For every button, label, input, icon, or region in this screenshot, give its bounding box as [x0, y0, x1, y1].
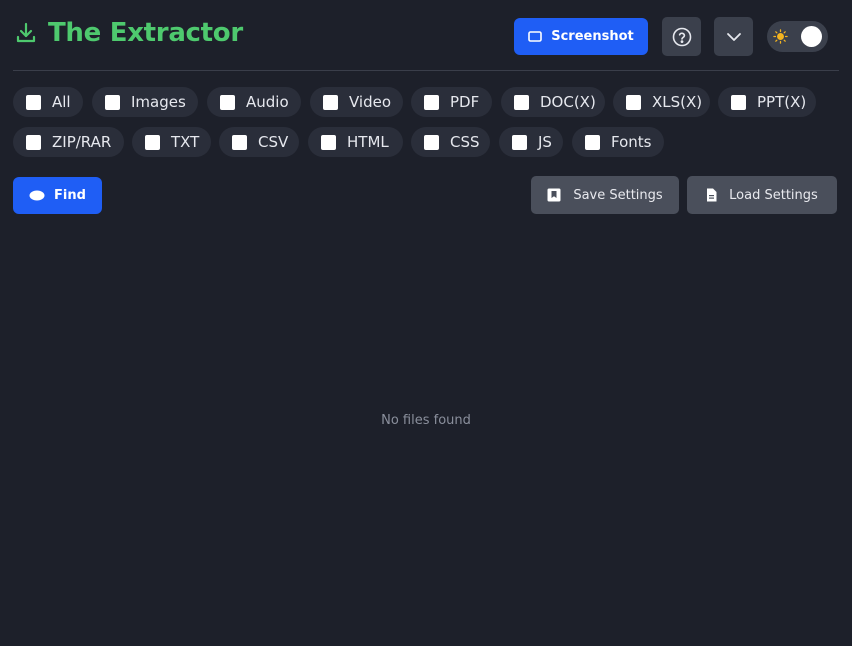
- checkbox[interactable]: [424, 134, 439, 150]
- menu-dropdown-button[interactable]: [714, 17, 753, 56]
- filter-label: CSS: [450, 133, 480, 151]
- checkbox[interactable]: [145, 134, 160, 150]
- help-circle-icon: [672, 27, 691, 46]
- screenshot-button-label: Screenshot: [551, 29, 634, 44]
- filter-label: Images: [131, 93, 186, 111]
- empty-results-message: No files found: [381, 413, 471, 428]
- filter-label: JS: [538, 133, 552, 151]
- checkbox[interactable]: [105, 94, 120, 110]
- load-settings-label: Load Settings: [729, 187, 818, 203]
- filter-chip-doc[interactable]: DOC(X): [501, 87, 605, 117]
- checkbox[interactable]: [321, 134, 336, 150]
- download-icon: [16, 22, 36, 43]
- checkbox[interactable]: [232, 134, 247, 150]
- screenshot-button[interactable]: Screenshot: [514, 18, 648, 55]
- filter-label: ZIP/RAR: [52, 133, 112, 151]
- filter-chip-ppt[interactable]: PPT(X): [718, 87, 816, 117]
- checkbox[interactable]: [424, 94, 439, 110]
- chevron-down-icon: [726, 32, 741, 41]
- checkbox[interactable]: [26, 134, 41, 150]
- filter-label: Audio: [246, 93, 289, 111]
- bookmark-icon: [547, 188, 561, 202]
- filter-chip-css[interactable]: CSS: [411, 127, 490, 157]
- filter-chip-html[interactable]: HTML: [308, 127, 403, 157]
- filter-chip-video[interactable]: Video: [310, 87, 403, 117]
- filter-chip-audio[interactable]: Audio: [207, 87, 301, 117]
- header: The Extractor Screenshot: [13, 0, 839, 71]
- filter-chip-images[interactable]: Images: [92, 87, 198, 117]
- filter-label: CSV: [258, 133, 289, 151]
- filter-chip-txt[interactable]: TXT: [132, 127, 211, 157]
- filter-chip-zip[interactable]: ZIP/RAR: [13, 127, 124, 157]
- sun-icon: [773, 29, 788, 44]
- title-wrap: The Extractor: [14, 18, 243, 48]
- load-settings-button[interactable]: Load Settings: [687, 176, 837, 214]
- checkbox[interactable]: [514, 94, 529, 110]
- filter-label: XLS(X): [652, 93, 703, 111]
- toggle-knob: [801, 26, 822, 47]
- filter-chip-csv[interactable]: CSV: [219, 127, 299, 157]
- filter-label: TXT: [171, 133, 200, 151]
- filter-chip-all[interactable]: All: [13, 87, 83, 117]
- checkbox[interactable]: [731, 94, 746, 110]
- checkbox[interactable]: [323, 94, 338, 110]
- filter-label: PDF: [450, 93, 480, 111]
- eye-icon: [29, 190, 45, 201]
- filter-chip-js[interactable]: JS: [499, 127, 563, 157]
- extractor-app: The Extractor Screenshot All Images Audi…: [0, 0, 852, 646]
- checkbox[interactable]: [585, 134, 600, 150]
- filter-label: Video: [349, 93, 392, 111]
- filter-label: All: [52, 93, 71, 111]
- file-icon: [707, 188, 717, 202]
- page-title: The Extractor: [48, 18, 243, 48]
- filter-label: HTML: [347, 133, 389, 151]
- help-button[interactable]: [662, 17, 701, 56]
- filter-label: Fonts: [611, 133, 652, 151]
- screen-icon: [528, 31, 543, 42]
- filter-chip-xls[interactable]: XLS(X): [613, 87, 710, 117]
- save-settings-label: Save Settings: [573, 187, 663, 203]
- filter-label: DOC(X): [540, 93, 596, 111]
- checkbox[interactable]: [26, 94, 41, 110]
- theme-toggle[interactable]: [767, 21, 828, 52]
- checkbox[interactable]: [512, 134, 527, 150]
- filter-chip-pdf[interactable]: PDF: [411, 87, 492, 117]
- filter-label: PPT(X): [757, 93, 807, 111]
- find-button-label: Find: [54, 188, 86, 203]
- save-settings-button[interactable]: Save Settings: [531, 176, 679, 214]
- find-button[interactable]: Find: [13, 177, 102, 214]
- checkbox[interactable]: [220, 94, 235, 110]
- checkbox[interactable]: [626, 94, 641, 110]
- filter-chip-fonts[interactable]: Fonts: [572, 127, 664, 157]
